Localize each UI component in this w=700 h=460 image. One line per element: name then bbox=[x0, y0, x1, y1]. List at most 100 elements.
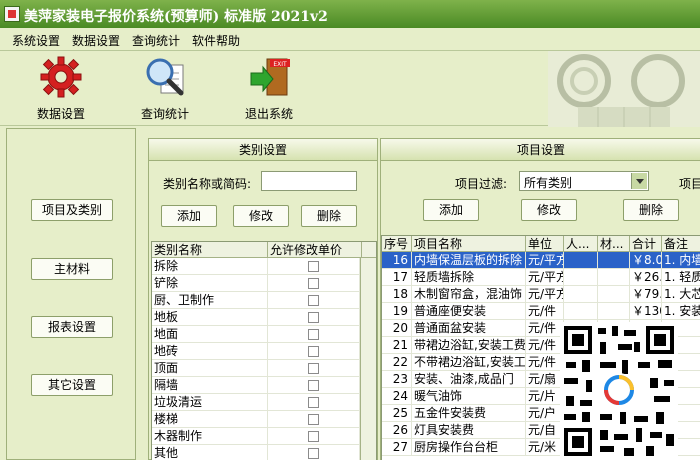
category-row[interactable]: 地板 bbox=[152, 309, 360, 326]
category-name-cell: 厨、卫制作 bbox=[152, 292, 268, 309]
item-row[interactable]: 19普通座便安装元/件 ￥1301. 安装 bbox=[382, 303, 700, 320]
allow-edit-price-checkbox[interactable] bbox=[308, 312, 319, 323]
allow-edit-price-cell bbox=[268, 343, 360, 360]
category-grid-scrollbar[interactable] bbox=[360, 258, 376, 460]
column-header-no[interactable]: 序号 bbox=[382, 236, 412, 252]
column-header-unit[interactable]: 单位 bbox=[526, 236, 564, 252]
category-row[interactable]: 楼梯 bbox=[152, 411, 360, 428]
item-no-cell: 26 bbox=[382, 422, 412, 439]
category-panel: 类别设置 类别名称或简码: 添加 修改 删除 类别名称 允许修改单价 拆除 铲除厨… bbox=[148, 138, 378, 460]
category-name-cell: 隔墙 bbox=[152, 377, 268, 394]
item-total-cell: ￥8.0 bbox=[630, 252, 662, 269]
category-row[interactable]: 隔墙 bbox=[152, 377, 360, 394]
item-unit-cell: 元/件 bbox=[526, 337, 564, 354]
chevron-down-icon[interactable] bbox=[631, 173, 647, 189]
category-edit-button[interactable]: 修改 bbox=[233, 205, 289, 227]
item-labor-cell bbox=[564, 269, 598, 286]
category-row[interactable]: 垃圾清运 bbox=[152, 394, 360, 411]
category-add-button[interactable]: 添加 bbox=[161, 205, 217, 227]
allow-edit-price-checkbox[interactable] bbox=[308, 295, 319, 306]
exit-system-button[interactable]: EXIT 退出系统 bbox=[224, 55, 314, 123]
item-note-cell: 1. 轻质 bbox=[662, 269, 700, 286]
allow-edit-price-checkbox[interactable] bbox=[308, 278, 319, 289]
item-note-cell: 1. 大芯 bbox=[662, 286, 700, 303]
query-stats-button[interactable]: 查询统计 bbox=[120, 55, 210, 123]
category-grid-header: 类别名称 允许修改单价 bbox=[152, 242, 376, 258]
allow-edit-price-checkbox[interactable] bbox=[308, 431, 319, 442]
item-total-cell: ￥26. bbox=[630, 269, 662, 286]
item-material-cell bbox=[598, 269, 630, 286]
allow-edit-price-checkbox[interactable] bbox=[308, 448, 319, 459]
item-panel-header: 项目设置 bbox=[381, 139, 700, 161]
column-header-item-name[interactable]: 项目名称 bbox=[412, 236, 526, 252]
category-search-input[interactable] bbox=[261, 171, 357, 191]
item-no-cell: 20 bbox=[382, 320, 412, 337]
category-name-cell: 顶面 bbox=[152, 360, 268, 377]
column-header-category-name[interactable]: 类别名称 bbox=[152, 242, 268, 258]
column-header-total[interactable]: 合计 bbox=[630, 236, 662, 252]
item-delete-button[interactable]: 删除 bbox=[623, 199, 679, 221]
category-panel-header: 类别设置 bbox=[149, 139, 377, 161]
item-grid-header: 序号 项目名称 单位 人... 材... 合计 备注 bbox=[382, 236, 700, 252]
item-edit-button[interactable]: 修改 bbox=[521, 199, 577, 221]
column-header-labor[interactable]: 人... bbox=[564, 236, 598, 252]
category-name-cell: 地板 bbox=[152, 309, 268, 326]
category-row[interactable]: 拆除 bbox=[152, 258, 360, 275]
item-filter-label: 项目过滤: bbox=[455, 177, 508, 191]
column-header-allow-edit-price[interactable]: 允许修改单价 bbox=[268, 242, 362, 258]
menu-data-settings[interactable]: 数据设置 bbox=[72, 32, 120, 49]
allow-edit-price-cell bbox=[268, 360, 360, 377]
item-name-cell: 普通面盆安装 bbox=[412, 320, 526, 337]
item-name-cell: 不带裙边浴缸,安装工 bbox=[412, 354, 526, 371]
allow-edit-price-checkbox[interactable] bbox=[308, 261, 319, 272]
menu-bar: 系统设置 数据设置 查询统计 软件帮助 bbox=[0, 28, 700, 50]
category-delete-button[interactable]: 删除 bbox=[301, 205, 357, 227]
category-row[interactable]: 厨、卫制作 bbox=[152, 292, 360, 309]
category-grid: 类别名称 允许修改单价 拆除 铲除 厨、卫制作 地板 地面 地砖 顶面 隔墙 垃圾清运 楼梯 木器制… bbox=[151, 241, 377, 460]
item-no-cell: 17 bbox=[382, 269, 412, 286]
category-name-cell: 其他 bbox=[152, 445, 268, 460]
menu-query-stats[interactable]: 查询统计 bbox=[132, 32, 180, 49]
item-unit-cell: 元/平方 bbox=[526, 252, 564, 269]
category-name-cell: 楼梯 bbox=[152, 411, 268, 428]
item-filter-label-2: 项目 bbox=[679, 177, 700, 191]
item-filter-select[interactable]: 所有类别 bbox=[519, 171, 649, 191]
data-settings-button[interactable]: 数据设置 bbox=[16, 55, 106, 123]
item-row-selected[interactable]: 16内墙保温层板的拆除元/平方 ￥8.01. 内墙 bbox=[382, 252, 700, 269]
sidebar-item-report-settings[interactable]: 报表设置 bbox=[31, 316, 113, 338]
sidebar-item-main-materials[interactable]: 主材料 bbox=[31, 258, 113, 280]
item-unit-cell: 元/平方 bbox=[526, 286, 564, 303]
item-name-cell: 木制窗帘盒，混油饰 bbox=[412, 286, 526, 303]
allow-edit-price-checkbox[interactable] bbox=[308, 346, 319, 357]
category-row[interactable]: 木器制作 bbox=[152, 428, 360, 445]
item-filter-value: 所有类别 bbox=[524, 176, 573, 190]
sidebar-item-items-categories[interactable]: 项目及类别 bbox=[31, 199, 113, 221]
category-row[interactable]: 其他 bbox=[152, 445, 360, 460]
category-row[interactable]: 地砖 bbox=[152, 343, 360, 360]
sidebar-item-other-settings[interactable]: 其它设置 bbox=[31, 374, 113, 396]
allow-edit-price-cell bbox=[268, 326, 360, 343]
column-header-note[interactable]: 备注 bbox=[662, 236, 700, 252]
category-name-cell: 地砖 bbox=[152, 343, 268, 360]
category-row[interactable]: 地面 bbox=[152, 326, 360, 343]
allow-edit-price-checkbox[interactable] bbox=[308, 380, 319, 391]
menu-system-settings[interactable]: 系统设置 bbox=[12, 32, 60, 49]
allow-edit-price-checkbox[interactable] bbox=[308, 329, 319, 340]
allow-edit-price-checkbox[interactable] bbox=[308, 414, 319, 425]
item-row[interactable]: 18木制窗帘盒，混油饰元/平方 ￥79.1. 大芯 bbox=[382, 286, 700, 303]
column-header-material[interactable]: 材... bbox=[598, 236, 630, 252]
item-row[interactable]: 17轻质墙拆除元/平方 ￥26.1. 轻质 bbox=[382, 269, 700, 286]
item-name-cell: 五金件安装费 bbox=[412, 405, 526, 422]
allow-edit-price-cell bbox=[268, 411, 360, 428]
category-row[interactable]: 顶面 bbox=[152, 360, 360, 377]
menu-software-help[interactable]: 软件帮助 bbox=[192, 32, 240, 49]
item-add-button[interactable]: 添加 bbox=[423, 199, 479, 221]
allow-edit-price-checkbox[interactable] bbox=[308, 397, 319, 408]
item-name-cell: 带裙边浴缸,安装工费 bbox=[412, 337, 526, 354]
allow-edit-price-checkbox[interactable] bbox=[308, 363, 319, 374]
item-name-cell: 轻质墙拆除 bbox=[412, 269, 526, 286]
item-material-cell bbox=[598, 286, 630, 303]
category-row[interactable]: 铲除 bbox=[152, 275, 360, 292]
category-name-cell: 铲除 bbox=[152, 275, 268, 292]
item-unit-cell: 元/米 bbox=[526, 439, 564, 456]
